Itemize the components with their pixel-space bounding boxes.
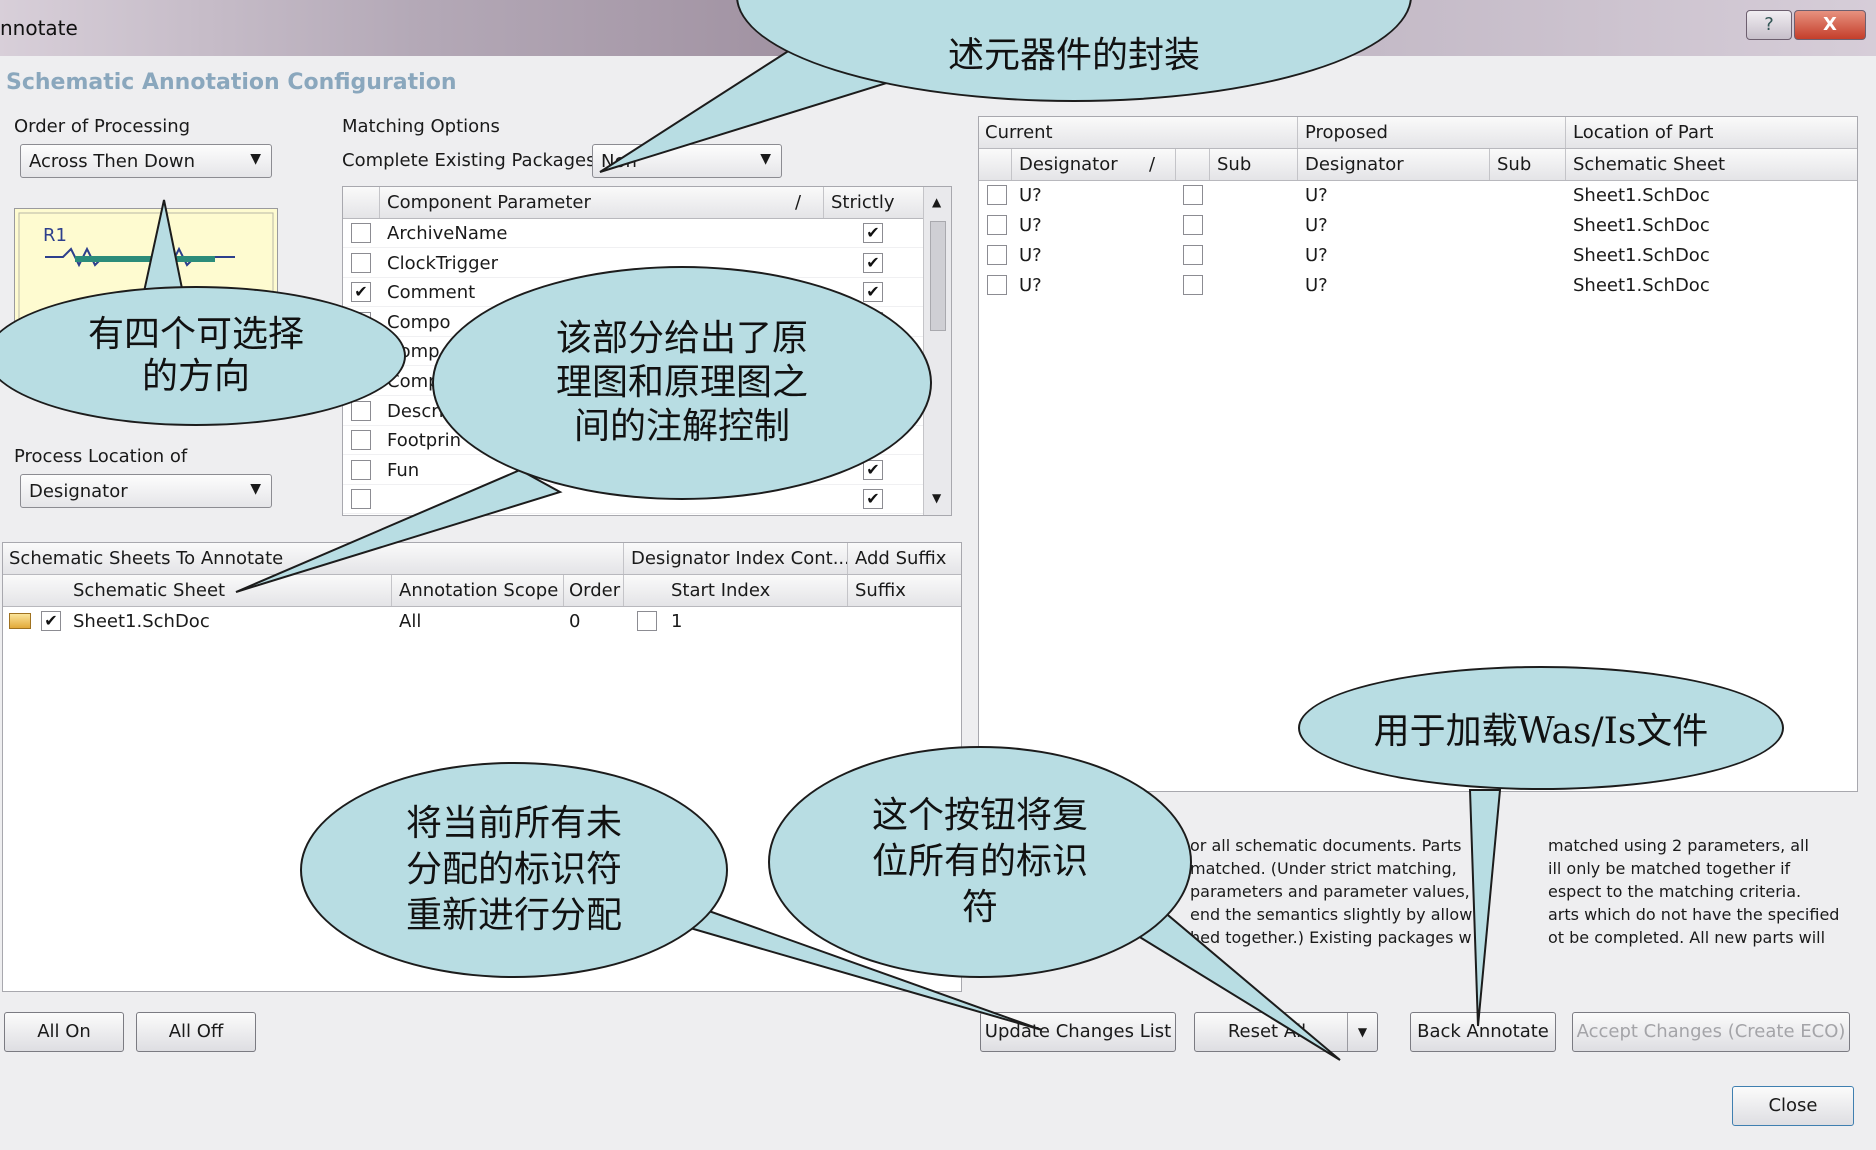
callout-text: 该部分给出了原 xyxy=(555,318,808,359)
callout-reassign-designators: 将当前所有未 分配的标识符 重新进行分配 xyxy=(300,762,728,978)
callout-text: 将当前所有未 xyxy=(405,803,622,844)
callout-was-is-file: 用于加载Was/Is文件 xyxy=(1298,666,1784,790)
callout-text: 分配的标识符 xyxy=(405,849,622,890)
callout-processing-directions: 有四个可选择 的方向 xyxy=(0,286,406,426)
callout-text: 符 xyxy=(961,887,998,928)
callout-tail-control xyxy=(235,468,563,593)
callout-tail-wasis xyxy=(1468,789,1502,1027)
callout-text: 重新进行分配 xyxy=(405,895,622,936)
callout-text: 用于加载Was/Is文件 xyxy=(1373,711,1709,752)
callout-text: 这个按钮将复 xyxy=(871,795,1088,836)
callout-tails xyxy=(138,48,1502,1061)
callout-reset-designators: 这个按钮将复 位所有的标识符 xyxy=(768,746,1192,978)
callout-text: 理图和原理图之 xyxy=(555,362,808,403)
callout-text: 间的注解控制 xyxy=(573,406,790,447)
callout-text: 的方向 xyxy=(141,356,250,397)
callout-text: 述元器件的封装 xyxy=(947,35,1200,76)
callout-text: 位所有的标识 xyxy=(871,841,1088,882)
callout-text: 有四个可选择 xyxy=(87,314,304,355)
callout-annotation-control: 该部分给出了原 理图和原理图之 间的注解控制 xyxy=(432,266,932,500)
